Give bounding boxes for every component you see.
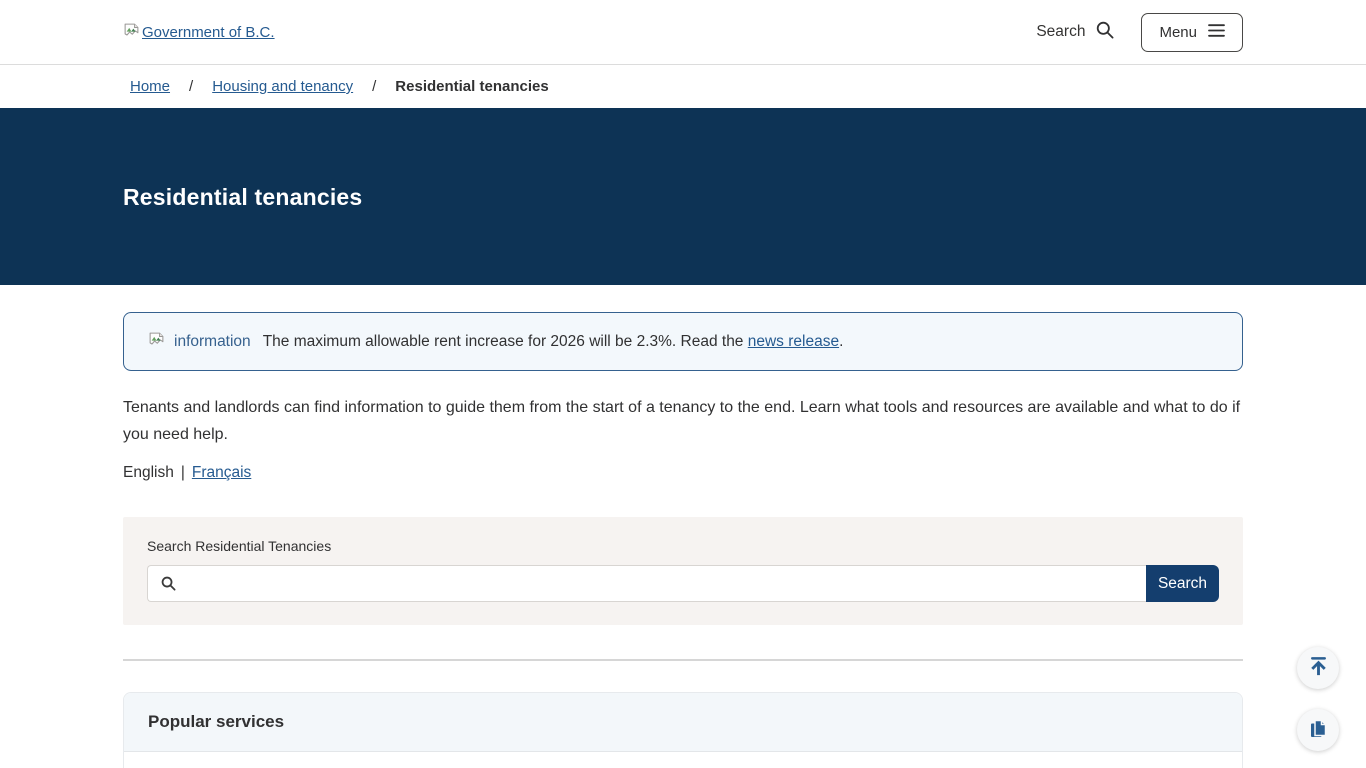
- search-submit-button[interactable]: Search: [1146, 565, 1219, 602]
- search-icon: [160, 575, 177, 597]
- alert-text-end: .: [839, 333, 843, 350]
- copy-button[interactable]: [1297, 709, 1339, 751]
- copy-icon: [1308, 718, 1328, 743]
- popular-services-title: Popular services: [148, 712, 284, 732]
- header-search-label: Search: [1036, 23, 1085, 41]
- breadcrumb-home[interactable]: Home: [130, 78, 170, 95]
- hero-banner: Residential tenancies: [0, 108, 1366, 285]
- arrow-to-top-icon: [1307, 655, 1330, 681]
- language-current: English: [123, 464, 174, 482]
- back-to-top-button[interactable]: [1297, 647, 1339, 689]
- breadcrumb-separator: /: [189, 78, 193, 95]
- section-divider: [123, 659, 1243, 661]
- language-link-french[interactable]: Français: [192, 464, 251, 482]
- language-toggle: English | Français: [123, 464, 1243, 482]
- breadcrumb-separator: /: [372, 78, 376, 95]
- header-search-button[interactable]: Search: [1036, 20, 1115, 45]
- menu-button[interactable]: Menu: [1141, 13, 1243, 52]
- language-separator: |: [181, 464, 185, 482]
- intro-paragraph: Tenants and landlords can find informati…: [123, 394, 1243, 448]
- hamburger-icon: [1208, 24, 1225, 41]
- search-input[interactable]: [147, 565, 1146, 602]
- search-panel-label: Search Residential Tenancies: [147, 538, 1219, 554]
- header-actions: Search Menu: [1036, 13, 1243, 52]
- breadcrumb: Home / Housing and tenancy / Residential…: [0, 65, 1366, 108]
- broken-image-icon: [123, 23, 140, 42]
- news-release-link[interactable]: news release: [748, 333, 839, 350]
- search-icon: [1095, 20, 1115, 45]
- broken-image-icon: [148, 332, 165, 352]
- info-alert: information The maximum allowable rent i…: [123, 312, 1243, 371]
- search-input-wrap: [147, 565, 1146, 602]
- logo-alt-text: Government of B.C.: [142, 24, 275, 41]
- popular-services-header: Popular services: [124, 693, 1242, 752]
- popular-services-card: Popular services: [123, 692, 1243, 768]
- alert-message: The maximum allowable rent increase for …: [263, 333, 844, 351]
- site-header: Government of B.C. Search Menu: [0, 0, 1366, 65]
- info-icon-alt-text: information: [174, 333, 251, 351]
- government-bc-logo-link[interactable]: Government of B.C.: [123, 23, 275, 42]
- menu-button-label: Menu: [1159, 24, 1197, 41]
- popular-services-body: [124, 752, 1242, 768]
- main-content: information The maximum allowable rent i…: [123, 312, 1243, 768]
- breadcrumb-current-page: Residential tenancies: [395, 78, 548, 95]
- breadcrumb-housing-and-tenancy[interactable]: Housing and tenancy: [212, 78, 353, 95]
- page-title: Residential tenancies: [123, 184, 1243, 211]
- search-panel: Search Residential Tenancies Search: [123, 517, 1243, 625]
- alert-text: The maximum allowable rent increase for …: [263, 333, 748, 350]
